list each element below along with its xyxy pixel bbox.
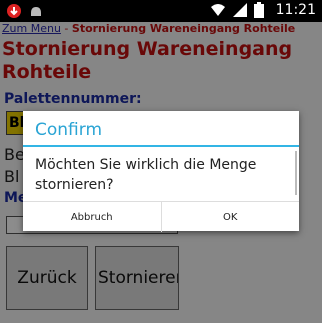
- dialog-message: Möchten Sie wirklich die Menge storniere…: [35, 157, 257, 193]
- signal-icon: [232, 2, 248, 18]
- dialog-cancel-button[interactable]: Abbruch: [23, 202, 161, 232]
- dialog-title: Confirm: [35, 120, 103, 140]
- wifi-icon: [210, 2, 226, 18]
- dialog-scrollbar[interactable]: [295, 151, 297, 195]
- android-icon: [28, 3, 44, 19]
- battery-icon: [253, 2, 270, 18]
- notification-red-icon: [6, 3, 22, 19]
- confirm-dialog: Confirm Möchten Sie wirklich die Menge s…: [23, 111, 299, 232]
- dialog-ok-button[interactable]: OK: [160, 202, 300, 232]
- dialog-button-bar: Abbruch OK: [23, 201, 299, 232]
- status-bar: 11:21: [0, 0, 322, 22]
- clock: 11:21: [275, 2, 316, 18]
- dialog-title-divider: [23, 145, 299, 147]
